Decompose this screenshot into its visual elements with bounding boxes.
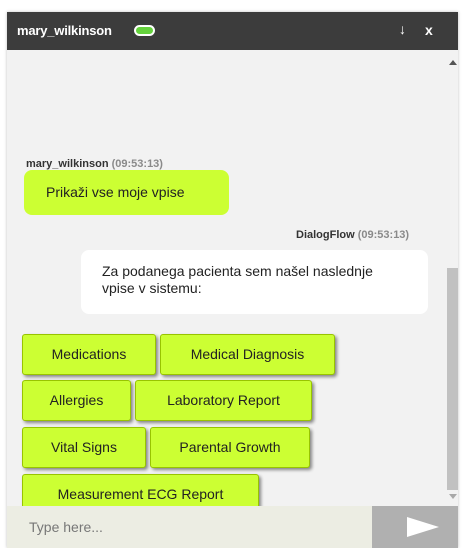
message-list: mary_wilkinson (09:53:13) Prikaži vse mo… (7, 50, 447, 506)
message-scrollbar[interactable] (447, 50, 458, 506)
scroll-down-arrow-icon[interactable] (449, 494, 457, 499)
quick-reply-measurement-ecg-report[interactable]: Measurement ECG Report (22, 474, 259, 506)
close-icon[interactable]: x (425, 22, 433, 38)
quick-reply-laboratory-report[interactable]: Laboratory Report (135, 380, 312, 421)
message-time: (09:53:13) (357, 229, 410, 241)
quick-reply-allergies[interactable]: Allergies (22, 380, 131, 421)
scrollbar-thumb[interactable] (447, 268, 458, 490)
chat-window: mary_wilkinson ↓ x mary_wilkinson (09:53… (7, 12, 458, 548)
message-sender: DialogFlow (09:53:13) (296, 229, 409, 241)
send-button[interactable] (372, 506, 458, 548)
bot-message-bubble: Za podanega pacienta sem našel naslednje… (81, 250, 428, 314)
sender-name: DialogFlow (296, 229, 355, 241)
quick-reply-vital-signs[interactable]: Vital Signs (22, 427, 146, 468)
minimize-icon[interactable]: ↓ (399, 21, 406, 37)
message-sender: mary_wilkinson (09:53:13) (26, 158, 163, 170)
status-toggle-icon[interactable] (134, 25, 155, 36)
sender-name: mary_wilkinson (26, 158, 109, 170)
user-message-bubble: Prikaži vse moje vpise (24, 170, 229, 215)
scroll-up-arrow-icon[interactable] (449, 60, 457, 65)
quick-reply-medications[interactable]: Medications (22, 334, 156, 375)
quick-reply-medical-diagnosis[interactable]: Medical Diagnosis (160, 334, 335, 375)
header-username: mary_wilkinson (17, 23, 112, 38)
message-input[interactable] (7, 506, 372, 548)
quick-reply-parental-growth[interactable]: Parental Growth (150, 427, 310, 468)
chat-header: mary_wilkinson ↓ x (7, 12, 458, 50)
input-bar (7, 506, 458, 548)
message-time: (09:53:13) (111, 158, 163, 170)
send-arrow-icon (407, 517, 439, 537)
